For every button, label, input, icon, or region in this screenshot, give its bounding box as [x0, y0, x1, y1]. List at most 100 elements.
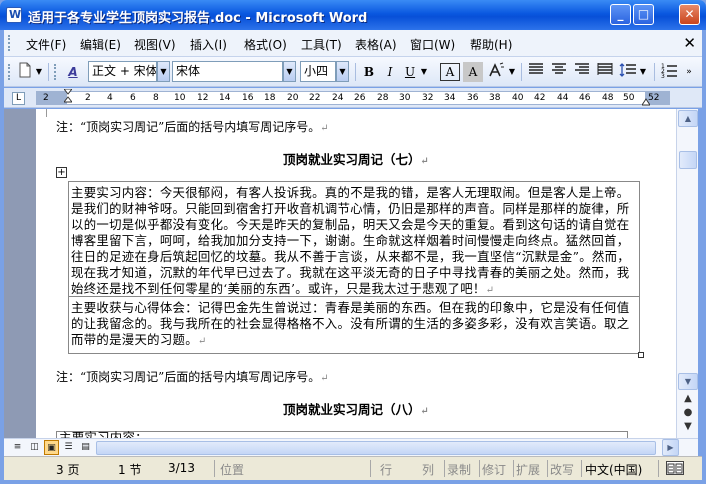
status-separator — [444, 460, 445, 477]
word-app-icon[interactable] — [6, 7, 22, 23]
status-language[interactable]: 中文(中国) — [585, 461, 642, 478]
ruler-number: 2 — [43, 93, 49, 103]
line-spacing-icon[interactable] — [618, 62, 638, 82]
close-button[interactable]: ✕ — [679, 4, 700, 25]
ruler-number: 26 — [354, 93, 366, 103]
menu-window[interactable]: 窗口(W) — [410, 36, 455, 53]
ruler-number: 50 — [623, 93, 635, 103]
vertical-scroll-thumb[interactable] — [679, 151, 697, 169]
align-right-icon[interactable] — [572, 62, 592, 82]
toolbar-grip[interactable] — [54, 64, 57, 80]
document-close-icon[interactable]: ✕ — [683, 34, 696, 52]
ruler-number: 14 — [219, 93, 231, 103]
maximize-button[interactable]: □ — [633, 4, 654, 25]
font-size-dropdown-icon[interactable]: ▼ — [336, 61, 349, 82]
menu-help[interactable]: 帮助(H) — [470, 36, 512, 53]
horizontal-scroll-thumb[interactable] — [96, 441, 656, 455]
next-page-icon[interactable]: ▼ — [681, 421, 695, 432]
scroll-up-icon[interactable]: ▲ — [678, 110, 698, 127]
menu-tools[interactable]: 工具(T) — [301, 36, 342, 53]
scroll-down-icon[interactable]: ▼ — [678, 373, 698, 390]
menu-file[interactable]: 文件(F) — [26, 36, 66, 53]
distributed-align-icon[interactable] — [595, 62, 615, 82]
toolbar-options-icon[interactable]: » — [682, 62, 696, 82]
status-separator — [658, 460, 659, 477]
svg-text:3: 3 — [661, 73, 665, 78]
line-spacing-dropdown-icon[interactable]: ▼ — [638, 62, 648, 82]
ruler-number: 46 — [579, 93, 591, 103]
scroll-right-icon[interactable]: ▶ — [662, 439, 679, 456]
status-page: 3 页 — [56, 463, 80, 477]
status-line: 行 — [380, 463, 393, 477]
bold-button[interactable]: B — [359, 62, 379, 82]
right-indent-marker-icon[interactable] — [641, 95, 651, 106]
new-dropdown-icon[interactable]: ▼ — [34, 62, 44, 82]
ruler-number: 22 — [309, 93, 321, 103]
document-area[interactable]: 注：“顶岗实习周记”后面的括号内填写周记序号。↵ 顶岗就业实习周记（七）↵ + … — [4, 109, 676, 439]
status-section: 1 节 — [118, 463, 142, 477]
week-heading: 顶岗就业实习周记（八）↵ — [283, 402, 429, 417]
underline-dropdown-icon[interactable]: ▼ — [419, 62, 429, 82]
status-record[interactable]: 录制 — [447, 461, 471, 478]
style-dropdown-icon[interactable]: ▼ — [157, 61, 170, 82]
reading-view-icon[interactable]: ▤ — [78, 440, 93, 455]
underline-button[interactable]: U — [401, 62, 419, 82]
menu-insert[interactable]: 插入(I) — [190, 36, 227, 53]
toolbar-separator — [654, 63, 655, 81]
normal-view-icon[interactable]: ≡ — [10, 440, 25, 455]
font-size-combo[interactable]: 小四 — [300, 61, 336, 82]
font-dropdown-icon[interactable]: ▼ — [283, 61, 296, 82]
ruler-number: 4 — [107, 93, 113, 103]
status-page-of: 3/13 — [168, 461, 195, 475]
paragraph-mark: ↵ — [485, 285, 495, 296]
minimize-button[interactable]: _ — [610, 4, 631, 25]
new-document-icon[interactable] — [16, 62, 34, 82]
note-text: 注：“顶岗实习周记”后面的括号内填写周记序号。↵ — [56, 120, 329, 134]
tab-selector-icon[interactable]: L — [12, 92, 25, 105]
styles-and-formatting-icon[interactable]: A — [62, 62, 84, 82]
web-view-icon[interactable]: ◫ — [27, 440, 42, 455]
character-shading-button[interactable]: A — [463, 62, 483, 82]
status-separator — [513, 460, 514, 477]
character-border-button[interactable]: A — [440, 63, 460, 81]
table-resize-handle-icon[interactable] — [638, 352, 644, 358]
text-effects-icon[interactable] — [485, 62, 507, 82]
italic-button[interactable]: I — [380, 62, 400, 82]
note-text: 注：“顶岗实习周记”后面的括号内填写周记序号。↵ — [56, 370, 329, 384]
previous-page-icon[interactable]: ▲ — [681, 393, 695, 404]
horizontal-scrollbar[interactable]: ≡ ◫ ▣ ☰ ▤ ▶ — [4, 438, 698, 456]
print-layout-view-icon[interactable]: ▣ — [44, 440, 59, 455]
select-browse-object-icon[interactable]: ● — [681, 407, 695, 418]
journal-table[interactable]: 主要实习内容：今天很郁闷，有客人投诉我。真的不是我的错，是客人无理取闹。但是客人… — [68, 181, 640, 354]
status-overtype[interactable]: 改写 — [550, 461, 574, 478]
outline-view-icon[interactable]: ☰ — [61, 440, 76, 455]
menubar-grip[interactable] — [8, 35, 11, 51]
table-move-handle-icon[interactable]: + — [56, 167, 67, 178]
font-combo[interactable]: 宋体 — [172, 61, 283, 82]
status-extend[interactable]: 扩展 — [516, 461, 540, 478]
document-page[interactable]: 注：“顶岗实习周记”后面的括号内填写周记序号。↵ 顶岗就业实习周记（七）↵ + … — [36, 109, 676, 439]
align-justify-icon[interactable] — [526, 62, 546, 82]
status-column: 列 — [422, 463, 435, 477]
status-revise[interactable]: 修订 — [482, 461, 506, 478]
spelling-check-icon[interactable] — [666, 461, 684, 475]
first-line-indent-marker-icon[interactable] — [62, 88, 74, 106]
menu-edit[interactable]: 编辑(E) — [80, 36, 121, 53]
toolbar-grip[interactable] — [8, 64, 11, 80]
ruler-number: 34 — [444, 93, 456, 103]
paragraph-mark: ↵ — [320, 373, 329, 384]
ruler-number: 30 — [399, 93, 411, 103]
vertical-scrollbar[interactable]: ▲ ▼ ▲ ● ▼ — [676, 109, 698, 439]
align-center-icon[interactable] — [549, 62, 569, 82]
style-combo[interactable]: 正文 + 宋体 — [88, 61, 157, 82]
ruler-number: 2 — [85, 93, 91, 103]
ruler-number: 8 — [153, 93, 159, 103]
menu-view[interactable]: 视图(V) — [134, 36, 176, 53]
numbering-icon[interactable]: 123 — [659, 62, 679, 82]
text-effects-dropdown-icon[interactable]: ▼ — [507, 62, 517, 82]
menu-table[interactable]: 表格(A) — [355, 36, 397, 53]
title-bar: 适用于各专业学生顶岗实习报告.doc - Microsoft Word _ □ … — [0, 0, 706, 30]
menu-format[interactable]: 格式(O) — [244, 36, 287, 53]
formatting-toolbar: ▼ A 正文 + 宋体 ▼ 宋体 ▼ 小四 ▼ B I U ▼ A A ▼ ▼ … — [4, 57, 702, 87]
horizontal-ruler[interactable]: 2 2 4 6 8 10 12 14 16 18 20 22 24 26 28 … — [36, 88, 670, 106]
